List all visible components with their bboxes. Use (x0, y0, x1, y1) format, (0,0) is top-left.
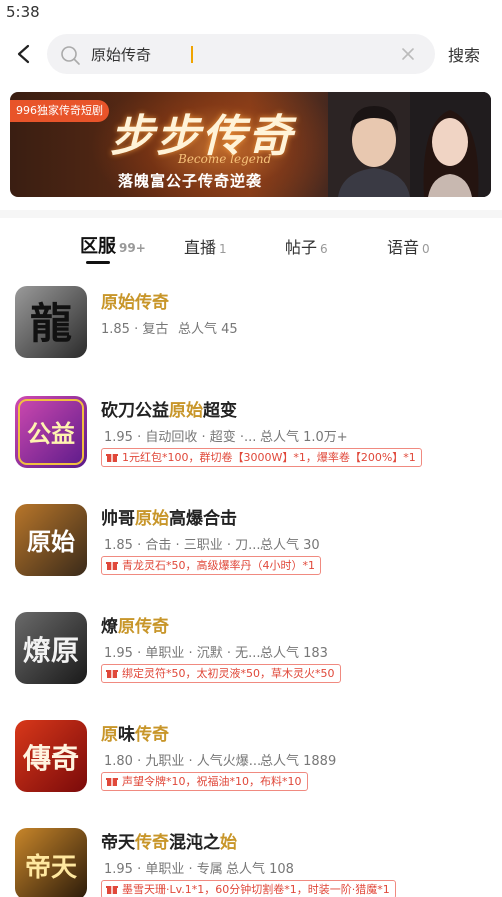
game-popularity: 总人气 1889 (260, 754, 337, 769)
list-item[interactable]: 帝天 帝天传奇混沌之始 1.95 · 单职业 · 专属 总人气 108 墨雪天珊… (0, 826, 502, 897)
promo-banner[interactable]: 996独家传奇短剧 步步传奇 Become legend 落魄富公子传奇逆袭 (10, 92, 491, 197)
tab-label: 区服 (80, 236, 116, 257)
gift-tag: 1元红包*100，群切卷【3000W】*1，爆率卷【200%】*1 (101, 448, 422, 467)
search-button[interactable]: 搜索 (448, 42, 480, 66)
gift-tag: 青龙灵石*50，高级爆率丹（4小时）*1 (101, 556, 321, 575)
game-meta: 1.95 · 自动回收 · 超变 ·... (104, 430, 257, 445)
icon-glyph: 燎原 (23, 634, 79, 667)
tab-label: 帖子 (285, 238, 318, 257)
list-item[interactable]: 燎原 燎原传奇 1.95 · 单职业 · 沉默 · 无... 总人气 183 绑… (0, 610, 502, 710)
tab-label: 直播 (184, 238, 217, 257)
game-title: 原味传奇 (101, 725, 169, 745)
gift-tag: 声望令牌*10，祝福油*10，布料*10 (101, 772, 308, 791)
game-icon-art: 龍 (15, 286, 87, 358)
list-item[interactable]: 龍 原始传奇 1.85 · 复古 总人气 45 (0, 286, 502, 386)
game-title: 帝天传奇混沌之始 (101, 833, 237, 853)
game-title: 帅哥原始高爆合击 (101, 509, 237, 529)
chevron-left-icon (17, 44, 30, 64)
icon-glyph: 公益 (27, 420, 75, 448)
tab-active-indicator (86, 261, 110, 264)
tab-count: 1 (219, 242, 227, 256)
text-caret (191, 46, 193, 63)
game-popularity: 总人气 45 (178, 322, 238, 337)
icon-glyph: 龍 (30, 299, 72, 348)
game-popularity: 总人气 30 (260, 538, 320, 553)
status-time: 5:38 (6, 3, 40, 21)
game-meta: 1.95 · 单职业 · 沉默 · 无... (104, 646, 261, 661)
gift-tag: 绑定灵符*50，太初灵液*50，草木灵火*50 (101, 664, 341, 683)
game-title: 原始传奇 (101, 293, 169, 313)
gift-tag: 墨雪天珊·Lv.1*1，60分钟切割卷*1，时装一阶·猎魔*1 (101, 880, 396, 897)
game-title: 砍刀公益原始超变 (101, 401, 237, 421)
search-icon (61, 46, 80, 65)
game-icon: 龍 (15, 286, 87, 358)
game-popularity: 总人气 183 (260, 646, 328, 661)
list-item[interactable]: 傳奇 原味传奇 1.80 · 九职业 · 人气火爆... 总人气 1889 声望… (0, 718, 502, 818)
game-icon: 原始 (15, 504, 87, 576)
gift-icon (106, 562, 118, 570)
search-row: 搜索 (0, 32, 502, 76)
banner-subtitle-en: Become legend (178, 152, 272, 166)
icon-glyph: 傳奇 (22, 742, 79, 775)
list-item[interactable]: 原始 帅哥原始高爆合击 1.85 · 合击 · 三职业 · 刀... 总人气 3… (0, 502, 502, 602)
game-icon: 帝天 (15, 828, 87, 897)
tab-count: 6 (320, 242, 328, 256)
gift-icon (106, 670, 118, 678)
banner-subtitle: 落魄富公子传奇逆袭 (118, 172, 263, 190)
icon-glyph: 帝天 (25, 852, 77, 883)
game-popularity: 总人气 108 (226, 862, 294, 877)
game-icon: 傳奇 (15, 720, 87, 792)
tab-voice[interactable]: 语音 0 (387, 234, 430, 258)
game-icon: 燎原 (15, 612, 87, 684)
game-popularity: 总人气 1.0万+ (260, 430, 348, 445)
tab-count: 99+ (119, 241, 146, 255)
tab-servers[interactable]: 区服 99+ (80, 232, 146, 258)
tab-count: 0 (422, 242, 430, 256)
section-divider (0, 210, 502, 218)
list-item[interactable]: 公益 砍刀公益原始超变 1.95 · 自动回收 · 超变 ·... 总人气 1.… (0, 394, 502, 494)
tab-posts[interactable]: 帖子 6 (285, 234, 328, 258)
tab-label: 语音 (387, 238, 420, 257)
icon-glyph: 原始 (27, 527, 75, 556)
game-meta: 1.85 · 合击 · 三职业 · 刀... (104, 538, 261, 553)
clear-icon[interactable] (399, 45, 417, 63)
tab-live[interactable]: 直播 1 (184, 234, 227, 258)
game-meta: 1.95 · 单职业 · 专属 (104, 862, 223, 877)
result-tabs: 区服 99+ 直播 1 帖子 6 语音 0 (0, 228, 502, 268)
game-meta: 1.80 · 九职业 · 人气火爆... (104, 754, 262, 769)
gift-icon (106, 778, 118, 786)
gift-icon (106, 454, 118, 462)
banner-actress-image (410, 92, 491, 197)
banner-tag: 996独家传奇短剧 (10, 100, 109, 122)
search-input[interactable] (91, 34, 381, 74)
game-icon: 公益 (15, 396, 87, 468)
status-bar: 5:38 (0, 0, 502, 26)
banner-actor-image (328, 92, 420, 197)
search-box[interactable] (47, 34, 435, 74)
game-meta: 1.85 · 复古 (101, 322, 169, 337)
game-title: 燎原传奇 (101, 617, 169, 637)
back-button[interactable] (10, 40, 38, 68)
gift-icon (106, 886, 118, 894)
